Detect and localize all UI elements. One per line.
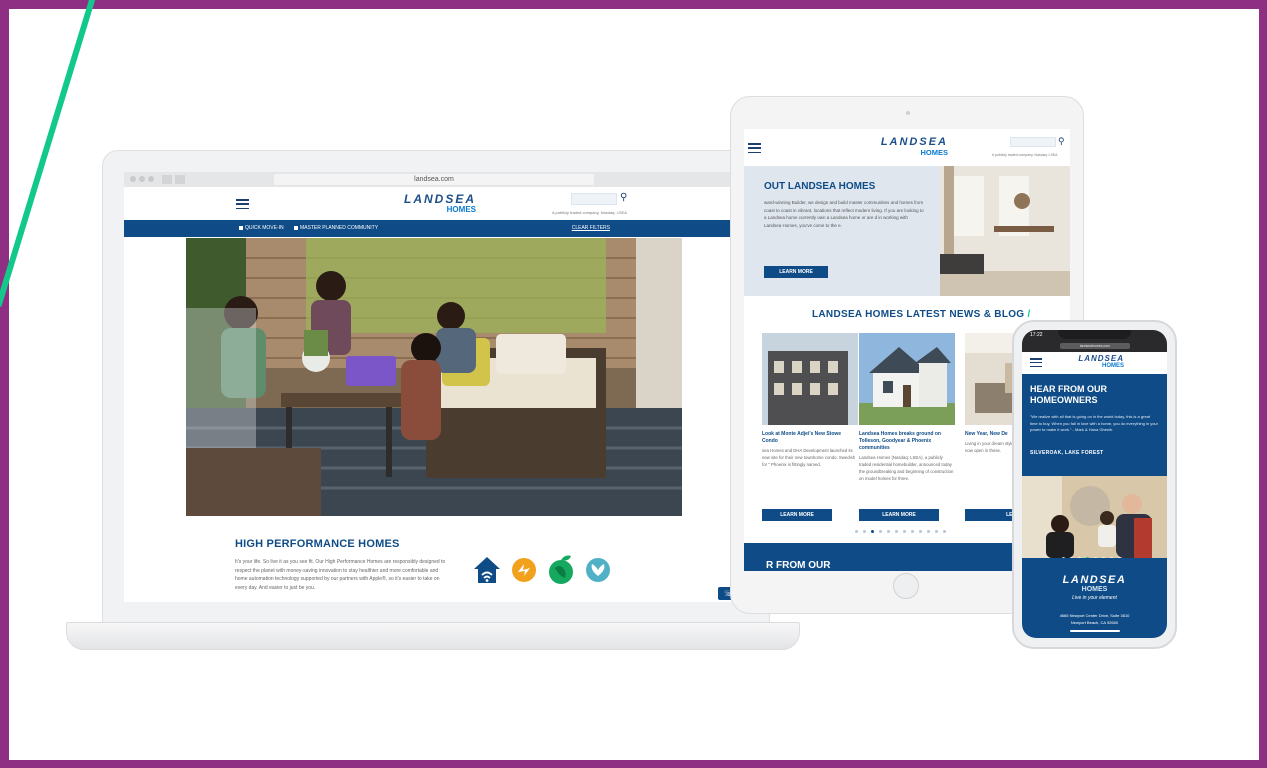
news-card[interactable]: Landsea Homes breaks ground on Tolleson,… bbox=[859, 333, 955, 482]
checkbox-icon[interactable] bbox=[294, 226, 298, 230]
news-card-body: Landsea Homes (Nasdaq: LSEA), a publicly… bbox=[859, 455, 954, 481]
tablet-camera bbox=[906, 111, 910, 115]
news-card[interactable]: Look at Monte Adjei's New Stowe Condo se… bbox=[762, 333, 858, 468]
site-logo[interactable]: LANDSEA HOMES bbox=[1068, 354, 1124, 369]
news-learn-more-button[interactable]: LEARN MORE bbox=[859, 509, 939, 521]
testimonial-quote: "We realize with all that is going on in… bbox=[1030, 414, 1158, 432]
about-body: ward-winning Builder, we design and buil… bbox=[764, 200, 924, 228]
testimonial-location: SILVEROAK, LAKE FOREST bbox=[1030, 450, 1104, 456]
news-carousel-dots[interactable] bbox=[855, 530, 946, 533]
site-logo[interactable]: LANDSEA HOMES bbox=[386, 192, 476, 214]
phone-footer: LANDSEA HOMES Live in your element 4665 … bbox=[1022, 558, 1167, 638]
testimonial-section: HEAR FROM OUR HOMEOWNERS "We realize wit… bbox=[1022, 374, 1167, 476]
energy-icon bbox=[512, 558, 536, 582]
logo-wordmark: LANDSEA bbox=[403, 192, 476, 206]
family-photo bbox=[1022, 476, 1167, 558]
laptop-screen: landsea.com LANDSEA HOMES ⚲ A publicly t… bbox=[124, 172, 746, 602]
logo-subtitle: HOMES bbox=[920, 148, 948, 157]
earth-leaf-icon bbox=[549, 555, 573, 584]
search-icon[interactable]: ⚲ bbox=[1058, 136, 1065, 147]
company-tagline: A publicly traded company, Nasdaq: LSEA bbox=[552, 210, 627, 215]
site-header: LANDSEA HOMES ⚲ A publicly traded compan… bbox=[124, 187, 746, 220]
search-input[interactable] bbox=[1010, 137, 1056, 147]
filter-master-planned[interactable]: MASTER PLANNED COMMUNITY bbox=[294, 225, 378, 231]
section-body: It's your life. So live it as you see fi… bbox=[235, 559, 446, 591]
news-card-image bbox=[762, 333, 858, 425]
news-card-body: sea Homes and DHA Development launched i… bbox=[762, 448, 856, 467]
footer-tagline: Live in your element bbox=[1072, 595, 1117, 601]
logo-subtitle: HOMES bbox=[1101, 363, 1124, 369]
browser-toolbar: landsea.com bbox=[124, 172, 746, 187]
laptop-base bbox=[66, 622, 800, 650]
company-tagline: A publicly traded company, Nasdaq: LSEA bbox=[992, 153, 1058, 157]
patio-scene-image bbox=[186, 238, 682, 516]
window-controls[interactable] bbox=[130, 176, 154, 182]
about-title: OUT LANDSEA HOMES bbox=[764, 181, 876, 192]
about-section: OUT LANDSEA HOMES ward-winning Builder, … bbox=[744, 166, 1070, 296]
filter-label: MASTER PLANNED COMMUNITY bbox=[300, 225, 379, 231]
clear-filters-link[interactable]: CLEAR FILTERS bbox=[572, 225, 610, 231]
hero-photo bbox=[186, 238, 682, 516]
filter-bar: QUICK MOVE-IN MASTER PLANNED COMMUNITY C… bbox=[124, 220, 746, 237]
testimonial-strip-title: R FROM OUR bbox=[766, 560, 831, 571]
news-card-title: Landsea Homes breaks ground on Tolleson,… bbox=[859, 431, 941, 451]
filter-label: QUICK MOVE-IN bbox=[245, 225, 284, 231]
news-title-text: LANDSEA HOMES LATEST NEWS & BLOG bbox=[812, 309, 1025, 320]
feature-icons bbox=[473, 554, 612, 586]
logo-wordmark: LANDSEA bbox=[1078, 354, 1124, 363]
home-indicator bbox=[1069, 630, 1120, 632]
search-input[interactable] bbox=[571, 193, 617, 205]
footer-address-line-1: 4665 Newport Center Drive, Suite 3810 bbox=[1059, 613, 1130, 618]
news-card-image bbox=[859, 333, 955, 425]
news-section-title: LANDSEA HOMES LATEST NEWS & BLOG / bbox=[812, 309, 1031, 320]
checkbox-icon[interactable] bbox=[239, 226, 243, 230]
logo-subtitle: HOMES bbox=[446, 205, 476, 214]
footer-address-line-2: Newport Beach, CA 92660 bbox=[1070, 620, 1119, 625]
browser-nav-buttons[interactable] bbox=[162, 175, 185, 184]
status-time: 17:22 bbox=[1030, 332, 1043, 338]
footer-logo-subtitle: HOMES bbox=[1081, 586, 1108, 593]
about-learn-more-button[interactable]: LEARN MORE bbox=[764, 266, 828, 278]
wellness-icon bbox=[586, 558, 610, 582]
logo-wordmark: LANDSEA bbox=[880, 136, 948, 148]
testimonial-heading: HEAR FROM OUR HOMEOWNERS bbox=[1030, 384, 1107, 405]
phone-status-bar: 17:22 landseahomes.com bbox=[1022, 330, 1167, 352]
news-card-title: Look at Monte Adjei's New Stowe Condo bbox=[762, 431, 842, 444]
phone-notch bbox=[1058, 330, 1131, 339]
section-title: HIGH PERFORMANCE HOMES bbox=[235, 538, 400, 550]
phone-address-bar[interactable]: landseahomes.com bbox=[1060, 343, 1130, 349]
filter-quick-move-in[interactable]: QUICK MOVE-IN bbox=[239, 225, 284, 231]
news-learn-more-button[interactable]: LEARN MORE bbox=[762, 509, 832, 521]
menu-icon[interactable] bbox=[1030, 358, 1042, 367]
menu-icon[interactable] bbox=[236, 199, 249, 209]
site-logo[interactable]: LANDSEA HOMES bbox=[856, 136, 948, 157]
tablet-home-button[interactable] bbox=[893, 573, 919, 599]
news-title-slash: / bbox=[1027, 309, 1031, 320]
menu-icon[interactable] bbox=[748, 143, 761, 153]
search-icon[interactable]: ⚲ bbox=[620, 192, 627, 203]
smart-home-icon bbox=[474, 557, 500, 583]
address-bar[interactable]: landsea.com bbox=[274, 174, 594, 185]
footer-logo-wordmark: LANDSEA bbox=[1062, 574, 1127, 586]
phone-screen: 17:22 landseahomes.com LANDSEA HOMES HEA… bbox=[1022, 330, 1167, 638]
